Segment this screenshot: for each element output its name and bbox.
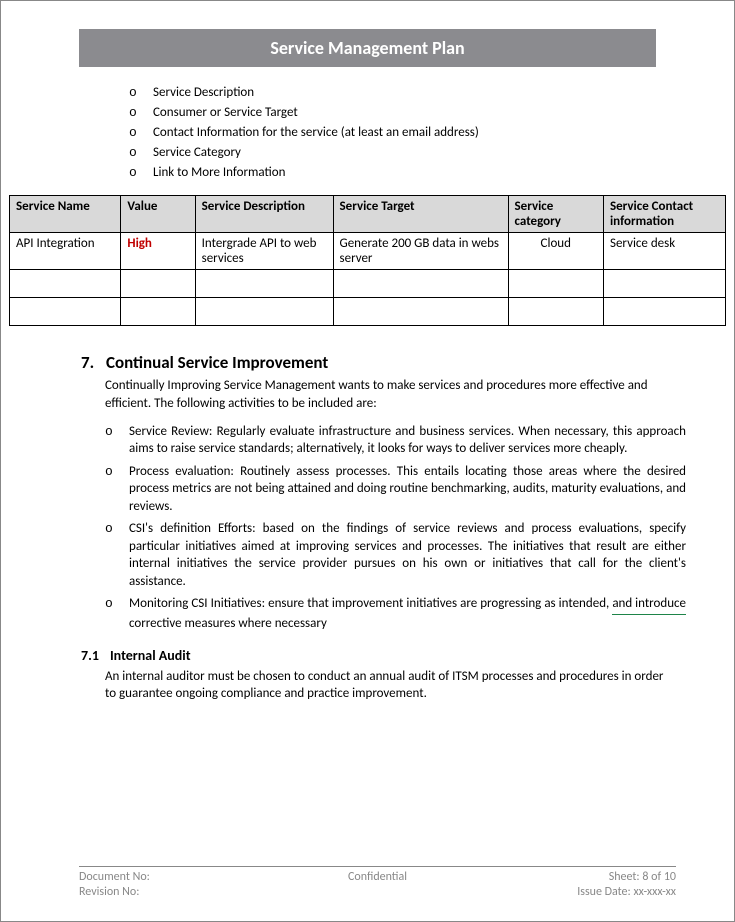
col-contact: Service Contact information (603, 196, 725, 233)
footer-rev-no: Revision No: (79, 885, 278, 901)
underlined-text: and introduce (612, 595, 686, 615)
footer-spacer (278, 885, 477, 901)
footer-doc-no: Document No: (79, 870, 278, 886)
footer-issue-date: Issue Date: xx-xxx-xx (477, 885, 676, 901)
section-7-intro: Continually Improving Service Management… (105, 377, 676, 412)
footer-row-1: Document No: Confidential Sheet: 8 of 10 (79, 870, 676, 886)
section-7-heading: 7. Continual Service Improvement (9, 352, 726, 373)
list-item: Process evaluation: Routinely assess pro… (105, 463, 686, 516)
section-title: Continual Service Improvement (106, 352, 328, 373)
col-target: Service Target (333, 196, 508, 233)
subsection-title: Internal Audit (110, 647, 191, 664)
page-title: Service Management Plan (270, 37, 464, 59)
document-page: Service Management Plan Service Descript… (1, 1, 734, 703)
table-row: API Integration High Intergrade API to w… (10, 233, 726, 270)
value-high: High (127, 236, 152, 251)
section-7-1-body: An internal auditor must be chosen to co… (105, 668, 676, 703)
table-row-empty (10, 298, 726, 326)
list-item: Contact Information for the service (at … (129, 125, 726, 142)
list-item: Link to More Information (129, 165, 726, 182)
footer-row-2: Revision No: Issue Date: xx-xxx-xx (79, 885, 676, 901)
table-header-row: Service Name Value Service Description S… (10, 196, 726, 233)
section-7-1-heading: 7.1 Internal Audit (81, 647, 726, 664)
section-7-bullets: Service Review: Regularly evaluate infra… (105, 423, 686, 633)
page-title-bar: Service Management Plan (79, 29, 656, 67)
col-value: Value (121, 196, 195, 233)
cell-category: Cloud (508, 233, 603, 270)
service-table: Service Name Value Service Description S… (9, 195, 726, 326)
cell-service-name: API Integration (10, 233, 121, 270)
cell-target: Generate 200 GB data in webs server (333, 233, 508, 270)
cell-description: Intergrade API to web services (195, 233, 333, 270)
page-footer: Document No: Confidential Sheet: 8 of 10… (79, 866, 676, 901)
bullet-prefix: Monitoring CSI Initiatives: ensure that … (129, 596, 612, 611)
list-item: Consumer or Service Target (129, 105, 726, 122)
list-item: Service Category (129, 145, 726, 162)
table-row-empty (10, 270, 726, 298)
list-item: Service Description (129, 85, 726, 102)
col-description: Service Description (195, 196, 333, 233)
list-item: CSI's definition Efforts: based on the f… (105, 520, 686, 590)
col-service-name: Service Name (10, 196, 121, 233)
top-bullet-list: Service Description Consumer or Service … (129, 85, 726, 181)
section-number: 7. (81, 352, 103, 373)
bullet-suffix: corrective measures where necessary (129, 616, 327, 631)
list-item: Service Review: Regularly evaluate infra… (105, 423, 686, 458)
footer-confidential: Confidential (278, 870, 477, 886)
subsection-number: 7.1 (81, 647, 107, 664)
cell-contact: Service desk (603, 233, 725, 270)
cell-value: High (121, 233, 195, 270)
footer-sheet: Sheet: 8 of 10 (477, 870, 676, 886)
list-item: Monitoring CSI Initiatives: ensure that … (105, 595, 686, 632)
col-category: Service category (508, 196, 603, 233)
